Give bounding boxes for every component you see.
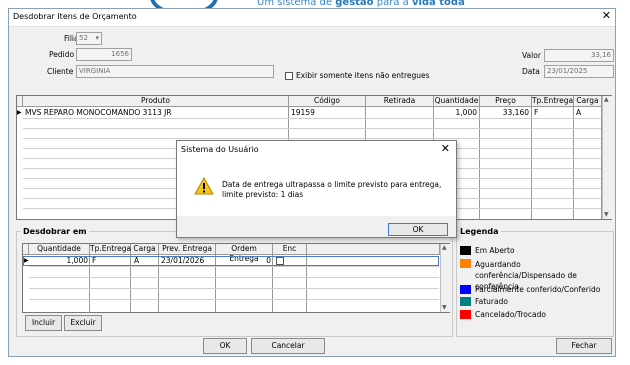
col-tp-entrega[interactable]: Tp.Entrega — [532, 96, 574, 107]
col-preco[interactable]: Preço — [480, 96, 532, 107]
col-divider — [479, 107, 480, 219]
row-divider — [29, 299, 439, 300]
col-carga[interactable]: Carga — [131, 244, 159, 255]
cell-ordem-entrega: 0 — [266, 256, 271, 265]
col-divider — [573, 107, 574, 219]
alert-dialog: Sistema do Usuário ✕ Data de entrega ult… — [176, 140, 457, 238]
row-pointer-icon: ▶ — [17, 109, 22, 116]
exibir-label: Exibir somente itens não entregues — [296, 71, 430, 80]
scroll-up-icon[interactable]: ▲ — [604, 96, 609, 103]
legend-swatch-black — [460, 246, 471, 255]
desdobrar-scrollbar[interactable]: ▲ ▼ — [440, 244, 450, 312]
row-pointer-icon: ▶ — [24, 257, 29, 264]
cell-tp-entrega: F — [92, 256, 97, 265]
scroll-down-icon[interactable]: ▼ — [604, 211, 609, 218]
data-field[interactable]: 23/01/2025 — [544, 65, 614, 78]
exibir-checkbox[interactable] — [285, 72, 293, 80]
items-scrollbar[interactable]: ▲ ▼ — [602, 96, 612, 219]
legend-swatch-teal — [460, 297, 471, 306]
cell-quantidade: 1,000 — [66, 256, 88, 265]
legend-label: Faturado — [475, 297, 508, 306]
cell-quantidade: 1,000 — [455, 108, 477, 117]
col-ordem-entrega[interactable]: Ordem Entrega — [216, 244, 273, 263]
cell-produto: MVS REPARO MONOCOMANDO 3113 JR — [25, 108, 172, 117]
table-row[interactable]: ▶ 1,000 F A 23/01/2026 0 — [23, 256, 439, 266]
legend-label: Em Aberto — [475, 246, 515, 255]
data-label: Data — [522, 67, 540, 76]
scroll-up-icon[interactable]: ▲ — [442, 244, 447, 251]
cell-tp-entrega: F — [534, 108, 539, 117]
cliente-label: Cliente — [47, 67, 74, 76]
banner-slogan: Um sistema de gestão para a vida toda — [257, 0, 465, 8]
scroll-down-icon[interactable]: ▼ — [442, 304, 447, 311]
logo-arc — [150, 0, 218, 8]
valor-field[interactable]: 33,16 — [544, 49, 614, 62]
row-divider — [29, 277, 439, 278]
cancelar-button[interactable]: Cancelar — [251, 338, 325, 354]
legend-swatch-orange — [460, 259, 471, 268]
legend-swatch-blue — [460, 285, 471, 294]
excluir-button[interactable]: Excluir — [64, 315, 102, 331]
pedido-field[interactable]: 1656 — [76, 48, 132, 61]
col-divider — [531, 107, 532, 219]
col-retirada[interactable]: Retirada — [366, 96, 434, 107]
legend-title: Legenda — [458, 227, 501, 236]
legend-label: Parcialmente conferido/Conferido — [475, 285, 601, 294]
col-quantidade[interactable]: Quantidade — [434, 96, 480, 107]
col-enc[interactable]: Enc — [273, 244, 307, 255]
desdobrar-title: Desdobrar em — [21, 227, 89, 236]
window-title: Desdobrar Itens de Orçamento — [13, 12, 137, 21]
title-bar: Desdobrar Itens de Orçamento ✕ — [9, 9, 615, 27]
legend-label: Cancelado/Trocado — [475, 310, 546, 319]
cell-carga: A — [576, 108, 582, 117]
cell-codigo: 19159 — [291, 108, 315, 117]
cell-preco: 33,160 — [502, 108, 529, 117]
chevron-down-icon: ▾ — [95, 34, 99, 42]
cliente-field[interactable]: VIRGINIA — [76, 65, 274, 78]
cell-prev-entrega: 23/01/2026 — [161, 256, 205, 265]
col-tp-entrega[interactable]: Tp.Entrega — [90, 244, 131, 255]
pedido-label: Pedido — [49, 50, 75, 59]
dialog-message-line1: Data de entrega ultrapassa o limite prev… — [222, 180, 442, 189]
col-produto[interactable]: Produto — [23, 96, 289, 107]
dialog-close-icon[interactable]: ✕ — [441, 142, 450, 155]
legend-swatch-red — [460, 310, 471, 319]
row-divider — [29, 288, 439, 289]
dialog-ok-button[interactable]: OK — [388, 223, 448, 236]
filial-select[interactable]: 52 ▾ — [76, 32, 102, 45]
col-prev-entrega[interactable]: Prev. Entrega — [159, 244, 216, 255]
row-divider — [29, 266, 439, 267]
dialog-title: Sistema do Usuário — [181, 145, 259, 154]
col-carga[interactable]: Carga — [574, 96, 602, 107]
fechar-button[interactable]: Fechar — [556, 338, 612, 354]
incluir-button[interactable]: Incluir — [25, 315, 62, 331]
desdobrar-table[interactable]: Quantidade Tp.Entrega Carga Prev. Entreg… — [22, 243, 450, 313]
row-divider — [23, 118, 601, 119]
close-icon[interactable]: ✕ — [602, 9, 611, 22]
table-row[interactable]: ▶ MVS REPARO MONOCOMANDO 3113 JR 19159 1… — [17, 108, 602, 118]
enc-checkbox[interactable] — [276, 257, 284, 265]
cell-carga: A — [134, 256, 140, 265]
col-quantidade[interactable]: Quantidade — [29, 244, 90, 255]
col-divider — [601, 107, 602, 219]
col-codigo[interactable]: Código — [289, 96, 366, 107]
ok-button[interactable]: OK — [203, 338, 247, 354]
warning-icon — [194, 177, 214, 195]
col-empty — [307, 244, 440, 255]
top-banner: Um sistema de gestão para a vida toda — [0, 0, 630, 8]
row-divider — [23, 128, 601, 129]
dialog-message-line2: limite previsto: 1 dias — [222, 190, 304, 199]
row-divider — [23, 138, 601, 139]
valor-label: Valor — [522, 51, 541, 60]
